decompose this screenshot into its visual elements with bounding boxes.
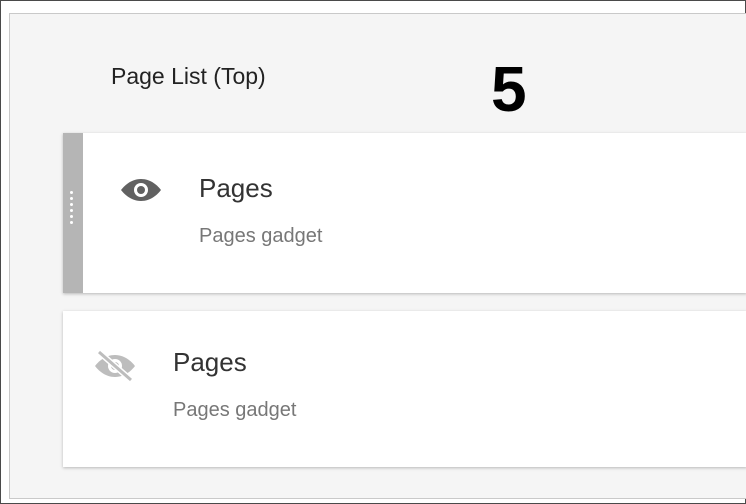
- gadget-subtitle: Pages gadget: [199, 225, 323, 247]
- eye-off-icon[interactable]: [93, 349, 137, 388]
- gadget-card-pages-visible[interactable]: Pages Pages gadget: [63, 133, 746, 293]
- drag-handle[interactable]: [63, 133, 83, 293]
- gadget-card-pages-hidden[interactable]: Pages Pages gadget: [63, 311, 746, 467]
- section-title: Page List (Top): [111, 63, 266, 89]
- step-number-annotation: 5: [491, 53, 527, 125]
- gadget-title: Pages: [199, 173, 273, 203]
- drag-dots-icon: [70, 191, 74, 227]
- eye-icon[interactable]: [119, 175, 163, 210]
- screenshot-frame: Page List (Top) 5 Pages Pages gadget Pag…: [0, 0, 746, 504]
- gadget-title: Pages: [173, 347, 247, 377]
- gadget-subtitle: Pages gadget: [173, 399, 297, 421]
